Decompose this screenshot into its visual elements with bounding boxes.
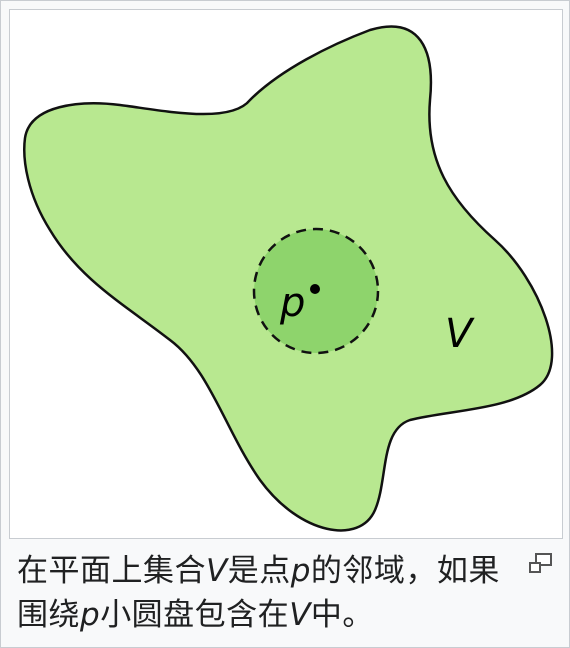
caption-text: 在平面上集合 xyxy=(17,553,206,589)
caption-var-v: V xyxy=(206,553,228,589)
caption-text: 小圆盘包含在 xyxy=(100,597,290,633)
figure-image[interactable]: p V xyxy=(9,9,563,539)
figure-thumbnail: p V 在平面上集合V是点p的邻域，如果围绕p小圆盘包含在V中。 xyxy=(0,0,570,648)
caption-var-v: V xyxy=(289,597,311,633)
neighborhood-diagram: p V xyxy=(23,25,554,532)
caption-text: 中。 xyxy=(310,597,374,633)
point-p-dot xyxy=(310,284,320,294)
figure-caption: 在平面上集合V是点p的邻域，如果围绕p小圆盘包含在V中。 xyxy=(17,549,507,637)
caption-var-p: p xyxy=(290,553,311,589)
point-p-label: p xyxy=(279,280,305,326)
magnify-clip-icon[interactable] xyxy=(527,552,555,576)
caption-var-p: p xyxy=(80,597,101,633)
caption-text: 是点 xyxy=(227,553,291,589)
set-v-label: V xyxy=(445,311,475,357)
